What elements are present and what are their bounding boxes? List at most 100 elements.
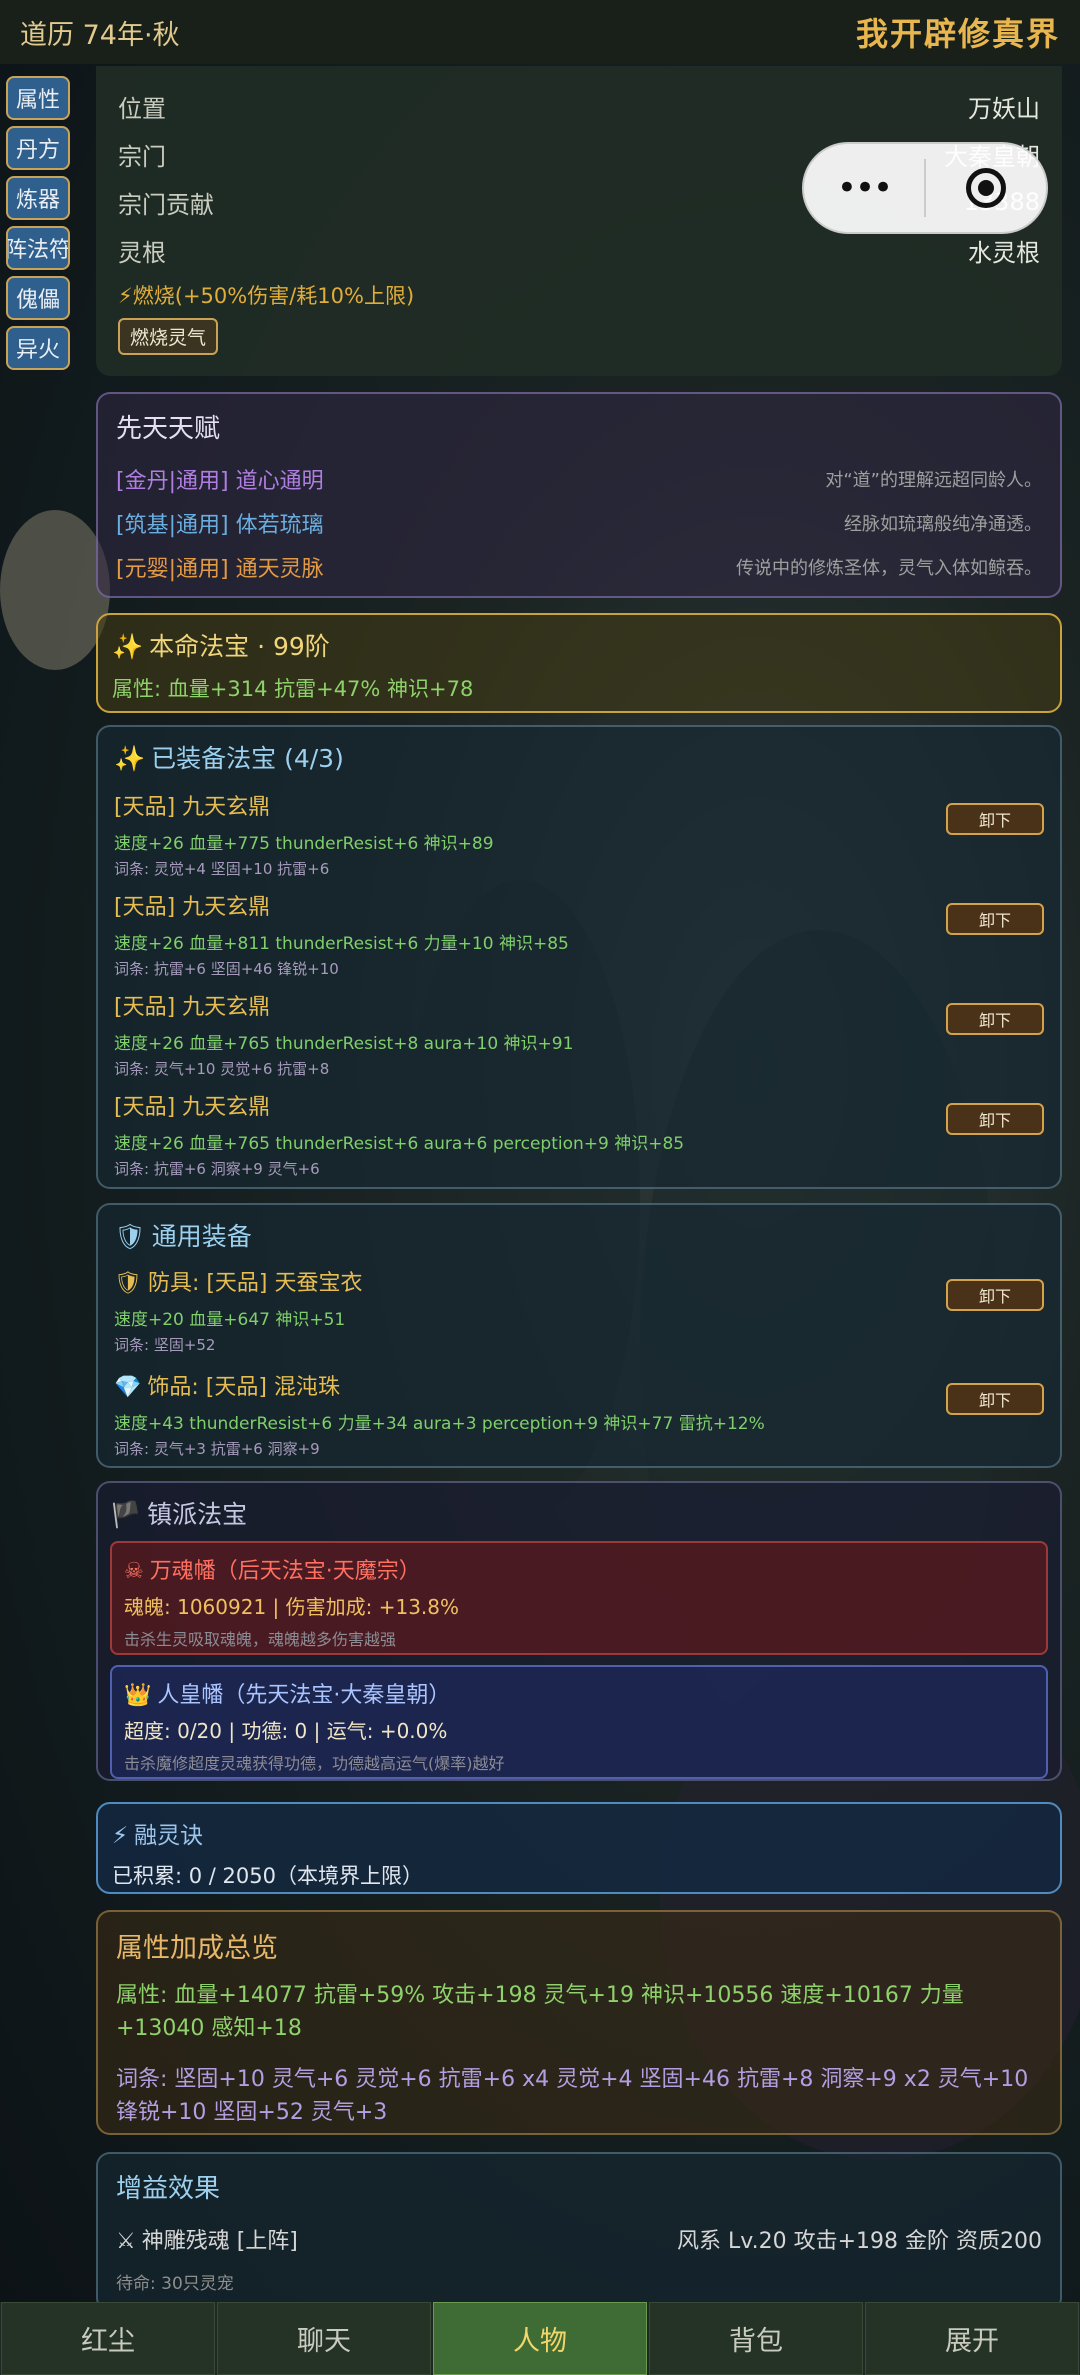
item-affixes: 词条: 灵气+3 抗雷+6 洞察+9 (114, 1440, 320, 1458)
item-name: 💎 饰品: [天品] 混沌珠 (114, 1369, 1044, 1401)
unequip-button[interactable]: 卸下 (946, 803, 1044, 835)
unequip-button[interactable]: 卸下 (946, 1279, 1044, 1311)
gem-icon: 💎 (114, 1375, 142, 1400)
talent-name: [筑基|通用] 体若琉璃 (116, 513, 324, 538)
fusion-title-text: 融灵诀 (134, 1823, 204, 1849)
mini-program-capsule: ••• (802, 142, 1048, 234)
fusion-progress: 已积累: 0 / 2050（本境界上限） (112, 1864, 423, 1888)
pet-name-text: 神雕残魂 [上阵] (141, 2229, 298, 2254)
fusion-title: ⚡ 融灵诀 (112, 1816, 1046, 1850)
pet-name: ⚔ 神雕残魂 [上阵] (116, 2223, 298, 2255)
flag-icon: 🏴 (110, 1500, 142, 1529)
bonus-attributes: 属性: 血量+14077 抗雷+59% 攻击+198 灵气+19 神识+1055… (116, 1983, 964, 2041)
nav-tab-character[interactable]: 人物 (433, 2302, 647, 2375)
nav-tab-world[interactable]: 红尘 (1, 2302, 215, 2375)
card-title: ☠ 万魂幡（后天法宝·天魔宗） (124, 1553, 1034, 1585)
info-label: 灵根 (118, 238, 166, 267)
card-title: 👑 人皇幡（先天法宝·大秦皇朝） (124, 1677, 1034, 1709)
info-row-location: 位置 万妖山 (118, 82, 1040, 130)
card-stats: 魂魄: 1060921 | 伤害加成: +13.8% (124, 1595, 460, 1619)
general-equipment-panel: 🛡 通用装备 🛡 防具: [天品] 天蚕宝衣 速度+20 血量+647 神识+51 … (96, 1203, 1062, 1468)
nav-tab-expand[interactable]: 展开 (865, 2302, 1079, 2375)
talent-desc: 对“道”的理解远超同龄人。 (825, 470, 1042, 491)
equipped-item: [天品] 九天玄鼎 速度+26 血量+765 thunderResist+8 a… (114, 989, 1044, 1089)
side-tab-fire[interactable]: 异火 (6, 326, 70, 370)
side-tab-attributes[interactable]: 属性 (6, 76, 70, 120)
buff-title: 增益效果 (116, 2174, 221, 2204)
soul-banner-card[interactable]: ☠ 万魂幡（后天法宝·天魔宗） 魂魄: 1060921 | 伤害加成: +13.8… (110, 1541, 1048, 1655)
crown-icon: 👑 (124, 1683, 152, 1708)
attribute-bonus-panel: 属性加成总览 属性: 血量+14077 抗雷+59% 攻击+198 灵气+19 … (96, 1910, 1062, 2135)
card-desc: 击杀生灵吸取魂魄，魂魄越多伤害越强 (124, 1630, 397, 1649)
shield-icon: 🛡 (114, 1271, 142, 1296)
item-stats: 速度+26 血量+811 thunderResist+6 力量+10 神识+85 (114, 934, 569, 954)
item-stats: 速度+26 血量+765 thunderResist+8 aura+10 神识+… (114, 1034, 574, 1054)
bonus-affixes: 词条: 坚固+10 灵气+6 灵觉+6 抗雷+6 x4 灵觉+4 坚固+46 抗… (116, 2067, 1029, 2125)
natal-treasure-panel: ✨ 本命法宝 · 99阶 属性: 血量+314 抗雷+47% 神识+78 (96, 613, 1062, 713)
talent-name: [金丹|通用] 道心通明 (116, 469, 324, 494)
nav-tab-chat[interactable]: 聊天 (217, 2302, 431, 2375)
unequip-button[interactable]: 卸下 (946, 1003, 1044, 1035)
sect-treasure-panel: 🏴 镇派法宝 ☠ 万魂幡（后天法宝·天魔宗） 魂魄: 1060921 | 伤害加成:… (96, 1481, 1062, 1781)
talent-panel: 先天天赋 [金丹|通用] 道心通明 对“道”的理解远超同龄人。 [筑基|通用] … (96, 392, 1062, 598)
unequip-button[interactable]: 卸下 (946, 1103, 1044, 1135)
bonus-title: 属性加成总览 (116, 1933, 278, 1964)
item-name-text: 饰品: [天品] 混沌珠 (147, 1375, 340, 1400)
side-tab-forging[interactable]: 炼器 (6, 176, 70, 220)
side-tab-recipes[interactable]: 丹方 (6, 126, 70, 170)
side-tab-formation[interactable]: 阵法符 (6, 226, 70, 270)
item-stats: 速度+20 血量+647 神识+51 (114, 1310, 346, 1330)
general-title: 🛡 通用装备 (114, 1217, 1044, 1253)
burn-description: ⚡燃烧(+50%伤害/耗10%上限) (118, 284, 415, 308)
info-label: 位置 (118, 94, 166, 123)
equipped-item: [天品] 九天玄鼎 速度+26 血量+775 thunderResist+6 神… (114, 789, 1044, 889)
natal-title: ✨ 本命法宝 · 99阶 (112, 627, 1046, 663)
nav-tab-bag[interactable]: 背包 (649, 2302, 863, 2375)
side-nav: 属性 丹方 炼器 阵法符 傀儡 异火 (6, 76, 72, 376)
bottom-nav: 红尘 聊天 人物 背包 展开 (0, 2302, 1080, 2375)
pet-standby: 待命: 30只灵宠 (116, 2274, 234, 2294)
talent-name: [元婴|通用] 通天灵脉 (116, 557, 324, 582)
item-affixes: 词条: 抗雷+6 洞察+9 灵气+6 (114, 1160, 320, 1178)
sect-title-text: 镇派法宝 (147, 1500, 248, 1529)
talent-title: 先天天赋 (116, 414, 221, 444)
talent-item: [金丹|通用] 道心通明 对“道”的理解远超同龄人。 (116, 457, 1042, 501)
buff-panel: 增益效果 ⚔ 神雕残魂 [上阵] 风系 Lv.20 攻击+198 金阶 资质200… (96, 2152, 1062, 2312)
info-value: 水灵根 (968, 238, 1040, 267)
equipped-title: ✨ 已装备法宝 (4/3) (114, 739, 1044, 775)
unequip-button[interactable]: 卸下 (946, 1383, 1044, 1415)
pet-row: ⚔ 神雕残魂 [上阵] 风系 Lv.20 攻击+198 金阶 资质200 (116, 2223, 1042, 2255)
item-name: 🛡 防具: [天品] 天蚕宝衣 (114, 1265, 1044, 1297)
equipped-item: [天品] 九天玄鼎 速度+26 血量+765 thunderResist+6 a… (114, 1089, 1044, 1189)
info-value: 万妖山 (968, 94, 1040, 123)
skull-icon: ☠ (124, 1559, 144, 1584)
game-date: 道历 74年·秋 (20, 19, 180, 51)
card-desc: 击杀魔修超度灵魂获得功德，功德越高运气(爆率)越好 (124, 1754, 505, 1773)
card-title-text: 万魂幡（后天法宝·天魔宗） (149, 1559, 421, 1584)
card-stats: 超度: 0/20 | 功德: 0 | 运气: +0.0% (124, 1719, 448, 1743)
unequip-button[interactable]: 卸下 (946, 903, 1044, 935)
talent-item: [元婴|通用] 通天灵脉 传说中的修炼圣体，灵气入体如鲸吞。 (116, 545, 1042, 589)
sparkle-icon: ✨ (114, 744, 146, 773)
equipped-item: [天品] 九天玄鼎 速度+26 血量+811 thunderResist+6 力… (114, 889, 1044, 989)
sect-title: 🏴 镇派法宝 (110, 1495, 1048, 1531)
fusion-panel: ⚡ 融灵诀 已积累: 0 / 2050（本境界上限） (96, 1802, 1062, 1894)
equipped-title-text: 已装备法宝 (4/3) (151, 744, 344, 773)
more-icon[interactable]: ••• (804, 168, 924, 208)
item-stats: 速度+43 thunderResist+6 力量+34 aura+3 perce… (114, 1414, 765, 1434)
side-tab-puppet[interactable]: 傀儡 (6, 276, 70, 320)
general-item: 🛡 防具: [天品] 天蚕宝衣 速度+20 血量+647 神识+51 词条: 坚固… (114, 1265, 1044, 1369)
equipped-treasures-panel: ✨ 已装备法宝 (4/3) [天品] 九天玄鼎 速度+26 血量+775 thun… (96, 725, 1062, 1189)
crossed-swords-icon: ⚔ (116, 2229, 136, 2254)
close-target-icon[interactable] (926, 168, 1046, 208)
burn-aura-button[interactable]: 燃烧灵气 (118, 318, 219, 355)
general-title-text: 通用装备 (151, 1222, 252, 1251)
item-name: [天品] 九天玄鼎 (114, 895, 271, 920)
emperor-banner-card[interactable]: 👑 人皇幡（先天法宝·大秦皇朝） 超度: 0/20 | 功德: 0 | 运气: +… (110, 1665, 1048, 1779)
pet-info: 风系 Lv.20 攻击+198 金阶 资质200 (677, 2229, 1042, 2254)
item-name: [天品] 九天玄鼎 (114, 995, 271, 1020)
talent-desc: 传说中的修炼圣体，灵气入体如鲸吞。 (736, 558, 1042, 579)
item-name-text: 防具: [天品] 天蚕宝衣 (147, 1271, 363, 1296)
item-affixes: 词条: 灵觉+4 坚固+10 抗雷+6 (114, 860, 330, 878)
lightning-icon: ⚡ (112, 1823, 129, 1849)
